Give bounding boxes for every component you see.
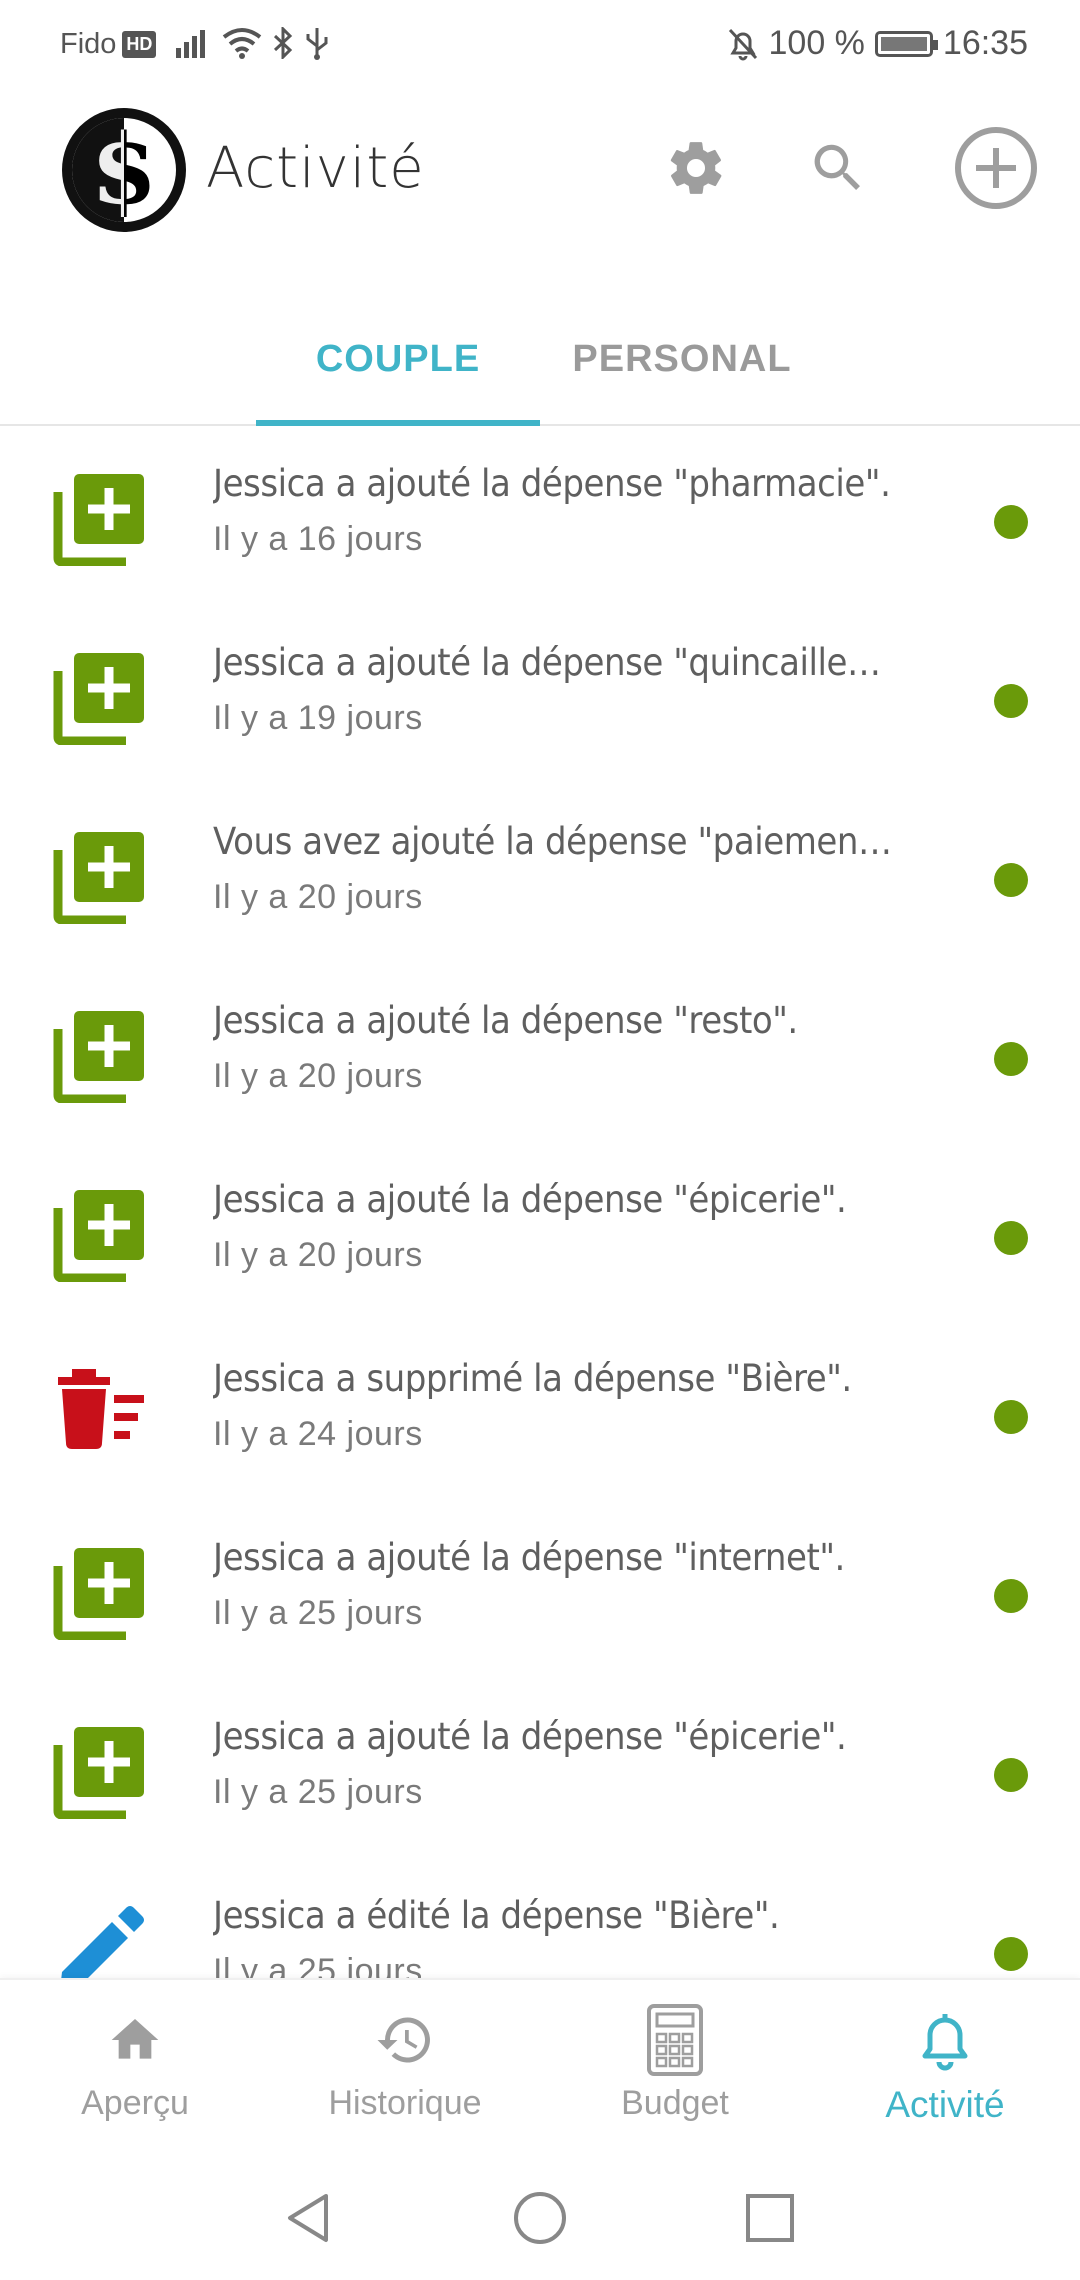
nav-label: Aperçu — [81, 2084, 189, 2122]
activity-item[interactable]: Jessica a ajouté la dépense "épicerie". I… — [0, 1144, 1080, 1323]
home-circle-icon — [514, 2192, 566, 2244]
network-badge: HD — [122, 31, 157, 58]
activity-title: Jessica a ajouté la dépense "resto". — [213, 999, 798, 1042]
nav-label: Budget — [621, 2084, 729, 2122]
app-bar: $ Activité — [0, 92, 1080, 252]
activity-time: Il y a 20 jours — [213, 1236, 423, 1274]
clock: 16:35 — [942, 24, 1028, 62]
battery-icon — [874, 30, 938, 57]
search-icon — [814, 144, 860, 190]
activity-time: Il y a 19 jours — [213, 699, 423, 737]
activity-title: Vous avez ajouté la dépense "paiement hy… — [213, 820, 894, 863]
activity-title: Jessica a ajouté la dépense "épicerie". — [213, 1178, 847, 1221]
settings-button[interactable] — [646, 118, 746, 218]
battery-percent: 100 % — [768, 24, 865, 62]
status-right: 100 % 16:35 — [727, 24, 1028, 63]
activity-time: Il y a 20 jours — [213, 878, 423, 916]
recents-square-icon — [746, 2194, 794, 2242]
page-title: Activité — [206, 136, 425, 201]
unread-indicator — [994, 1758, 1028, 1792]
gear-icon — [670, 142, 722, 194]
unread-indicator — [994, 863, 1028, 897]
add-expense-icon — [52, 1723, 148, 1820]
unread-indicator — [994, 1937, 1028, 1971]
back-button[interactable] — [268, 2178, 348, 2258]
edit-expense-icon — [52, 1902, 148, 1978]
nav-activite[interactable]: Activité — [810, 1980, 1080, 2152]
carrier-name: Fido — [60, 28, 117, 60]
nav-apercu[interactable]: Aperçu — [0, 1980, 270, 2152]
app-logo: $ — [62, 108, 186, 232]
nav-label: Activité — [885, 2084, 1005, 2125]
bell-icon — [915, 2010, 975, 2071]
add-expense-icon — [52, 1007, 148, 1104]
recents-button[interactable] — [730, 2178, 810, 2258]
tab-indicator — [256, 420, 540, 426]
bluetooth-icon — [273, 27, 293, 59]
unread-indicator — [994, 1400, 1028, 1434]
activity-list[interactable]: Jessica a ajouté la dépense "pharmacie".… — [0, 428, 1080, 1978]
system-navigation — [0, 2150, 1080, 2280]
wifi-icon — [222, 28, 262, 59]
add-expense-icon — [52, 649, 148, 746]
back-triangle-icon — [288, 2194, 328, 2242]
tab-personal[interactable]: PERSONAL — [540, 314, 824, 404]
unread-indicator — [994, 684, 1028, 718]
activity-item[interactable]: Jessica a ajouté la dépense "épicerie". I… — [0, 1681, 1080, 1860]
add-button[interactable] — [946, 118, 1046, 218]
unread-indicator — [994, 505, 1028, 539]
activity-time: Il y a 25 jours — [213, 1594, 423, 1632]
home-icon — [105, 2010, 165, 2070]
history-icon — [375, 2010, 435, 2070]
unread-indicator — [994, 1221, 1028, 1255]
usb-icon — [306, 28, 328, 60]
add-expense-icon — [52, 1544, 148, 1641]
activity-item[interactable]: Jessica a ajouté la dépense "resto". Il y… — [0, 965, 1080, 1144]
activity-title: Jessica a ajouté la dépense "pharmacie". — [213, 462, 891, 505]
status-icons — [176, 26, 330, 60]
status-bar: Fido HD 100 % 16:35 — [0, 0, 1080, 92]
nav-label: Historique — [328, 2084, 482, 2122]
add-expense-icon — [52, 828, 148, 925]
search-button[interactable] — [788, 118, 888, 218]
activity-title: Jessica a ajouté la dépense "épicerie". — [213, 1715, 847, 1758]
activity-item[interactable]: Jessica a supprimé la dépense "Bière". Il… — [0, 1323, 1080, 1502]
activity-time: Il y a 25 jours — [213, 1773, 423, 1811]
activity-time: Il y a 16 jours — [213, 520, 423, 558]
nav-budget[interactable]: Budget — [540, 1980, 810, 2152]
activity-item[interactable]: Jessica a édité la dépense "Bière". Il y … — [0, 1860, 1080, 1978]
tab-couple[interactable]: COUPLE — [256, 314, 540, 404]
activity-item[interactable]: Jessica a ajouté la dépense "internet". I… — [0, 1502, 1080, 1681]
activity-time: Il y a 24 jours — [213, 1415, 423, 1453]
add-circle-icon — [955, 127, 1037, 209]
activity-item[interactable]: Jessica a ajouté la dépense "pharmacie".… — [0, 428, 1080, 607]
unread-indicator — [994, 1579, 1028, 1613]
home-button[interactable] — [500, 2178, 580, 2258]
mute-bell-icon — [728, 28, 757, 60]
unread-indicator — [994, 1042, 1028, 1076]
signal-icon — [176, 30, 205, 58]
activity-time: Il y a 25 jours — [213, 1952, 423, 1978]
carrier: Fido HD — [60, 28, 157, 61]
activity-title: Jessica a supprimé la dépense "Bière". — [213, 1357, 852, 1400]
delete-expense-icon — [52, 1365, 148, 1461]
bottom-navigation: Aperçu Historique Budget Activité — [0, 1978, 1080, 2150]
activity-item[interactable]: Jessica a ajouté la dépense "quincailler… — [0, 607, 1080, 786]
calculator-icon — [645, 2004, 705, 2076]
activity-item[interactable]: Vous avez ajouté la dépense "paiement hy… — [0, 786, 1080, 965]
nav-historique[interactable]: Historique — [270, 1980, 540, 2152]
tab-bar: COUPLE PERSONAL — [0, 292, 1080, 426]
activity-time: Il y a 20 jours — [213, 1057, 423, 1095]
add-expense-icon — [52, 1186, 148, 1283]
activity-title: Jessica a ajouté la dépense "internet". — [213, 1536, 845, 1579]
activity-title: Jessica a édité la dépense "Bière". — [213, 1894, 780, 1937]
add-expense-icon — [52, 470, 148, 567]
activity-title: Jessica a ajouté la dépense "quincailler… — [213, 641, 894, 684]
